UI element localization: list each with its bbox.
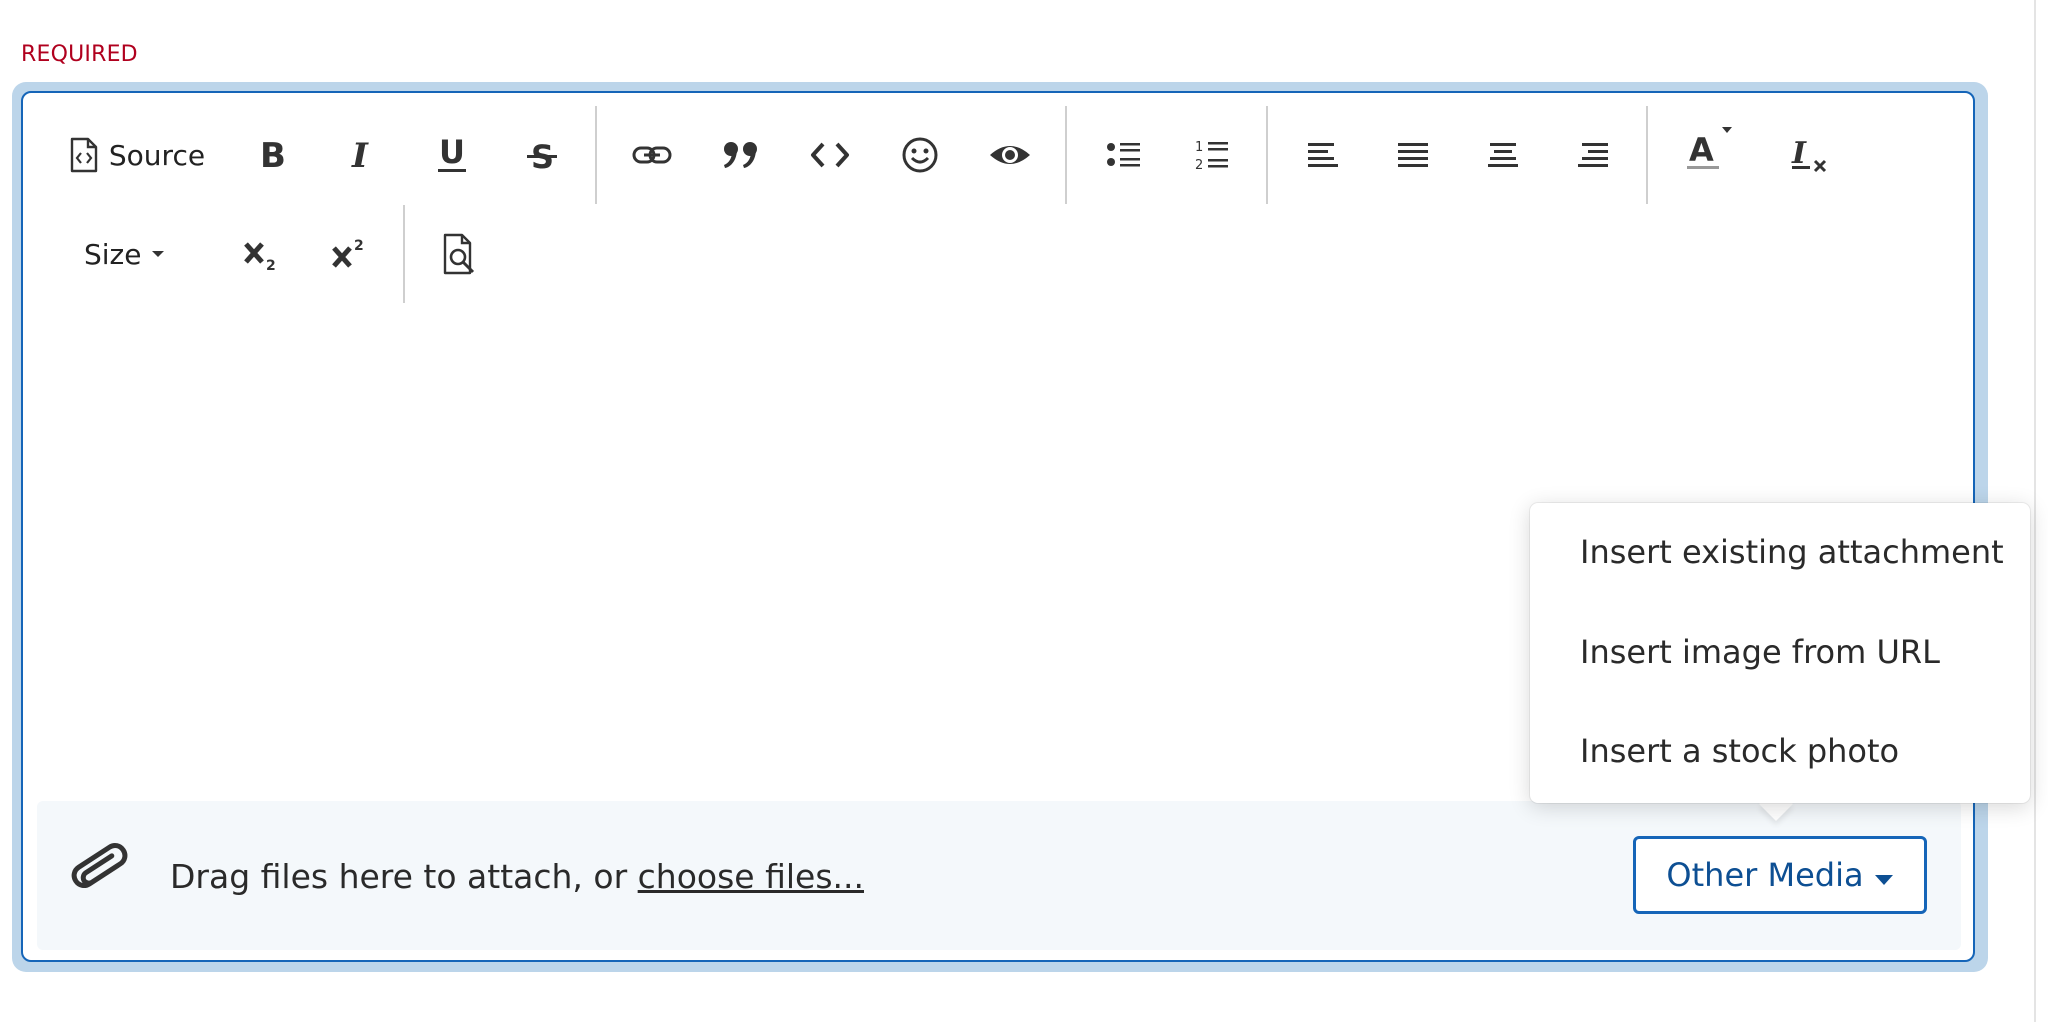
italic-button[interactable]: I — [340, 125, 386, 185]
other-media-button[interactable]: Other Media — [1633, 836, 1927, 914]
text-color-button[interactable]: A — [1680, 118, 1740, 178]
bold-button[interactable]: B — [250, 125, 296, 185]
source-icon — [69, 137, 99, 173]
align-left-icon — [1307, 140, 1339, 170]
find-icon — [442, 233, 478, 275]
emoji-icon — [901, 136, 939, 174]
link-button[interactable] — [628, 125, 676, 185]
blockquote-icon — [722, 140, 760, 170]
svg-text:I: I — [1791, 136, 1807, 171]
toolbar-separator — [1065, 106, 1067, 204]
underline-icon: U — [436, 135, 468, 175]
find-button[interactable] — [436, 224, 484, 284]
bulleted-list-icon — [1106, 139, 1142, 171]
align-right-button[interactable] — [1570, 125, 1616, 185]
bold-icon: B — [258, 137, 288, 173]
svg-text:2: 2 — [354, 238, 364, 254]
text-color-icon: A — [1682, 121, 1738, 175]
emoji-button[interactable] — [896, 125, 944, 185]
menu-item-insert-existing-attachment[interactable]: Insert existing attachment — [1580, 533, 2004, 571]
align-center-icon — [1487, 140, 1519, 170]
align-left-button[interactable] — [1300, 125, 1346, 185]
italic-icon: I — [348, 137, 378, 173]
svg-text:A: A — [1689, 131, 1714, 169]
other-media-menu: Insert existing attachment Insert image … — [1530, 503, 2030, 803]
subscript-icon: 2 — [242, 236, 282, 272]
numbered-list-button[interactable]: 1 2 — [1188, 125, 1236, 185]
menu-item-insert-image-from-url[interactable]: Insert image from URL — [1580, 633, 1940, 671]
paperclip-icon — [66, 838, 136, 913]
strikethrough-button[interactable]: S — [518, 125, 566, 185]
caret-down-icon — [1874, 856, 1894, 894]
source-label: Source — [108, 138, 206, 172]
svg-text:U: U — [439, 135, 465, 171]
other-media-label: Other Media — [1666, 856, 1864, 894]
superscript-icon: 2 — [330, 236, 370, 272]
align-right-icon — [1577, 140, 1609, 170]
toolbar-separator — [1646, 106, 1648, 204]
blockquote-button[interactable] — [718, 125, 764, 185]
required-label: REQUIRED — [21, 42, 138, 67]
font-size-label: Size — [84, 237, 142, 271]
numbered-list-icon: 1 2 — [1194, 138, 1230, 172]
underline-button[interactable]: U — [428, 125, 476, 185]
align-center-button[interactable] — [1480, 125, 1526, 185]
toolbar-separator — [1266, 106, 1268, 204]
subscript-button[interactable]: 2 — [238, 224, 286, 284]
remove-format-icon: I — [1789, 135, 1829, 175]
toolbar-separator — [595, 106, 597, 204]
remove-format-button[interactable]: I — [1784, 125, 1834, 185]
svg-text:1: 1 — [1195, 140, 1203, 155]
code-icon — [809, 140, 851, 170]
menu-item-insert-stock-photo[interactable]: Insert a stock photo — [1580, 732, 1899, 770]
svg-text:2: 2 — [266, 258, 276, 272]
strikethrough-icon: S — [526, 135, 558, 175]
page-scroll-edge — [2034, 0, 2036, 1022]
justify-icon — [1397, 140, 1429, 170]
superscript-button[interactable]: 2 — [326, 224, 374, 284]
svg-text:B: B — [260, 137, 286, 173]
caret-down-icon — [151, 249, 165, 259]
drag-files-label: Drag files here to attach, or — [170, 857, 638, 896]
link-icon — [632, 143, 672, 167]
source-button[interactable]: Source — [62, 125, 212, 185]
choose-files-link[interactable]: choose files... — [638, 857, 864, 896]
svg-text:2: 2 — [1195, 158, 1203, 172]
preview-button[interactable] — [984, 125, 1036, 185]
justify-button[interactable] — [1390, 125, 1436, 185]
code-button[interactable] — [806, 125, 854, 185]
drag-files-text: Drag files here to attach, or choose fil… — [170, 857, 864, 896]
font-size-dropdown[interactable]: Size — [84, 224, 180, 284]
svg-text:I: I — [351, 137, 369, 173]
preview-eye-icon — [988, 141, 1032, 169]
bulleted-list-button[interactable] — [1100, 125, 1148, 185]
toolbar-separator — [403, 205, 405, 303]
